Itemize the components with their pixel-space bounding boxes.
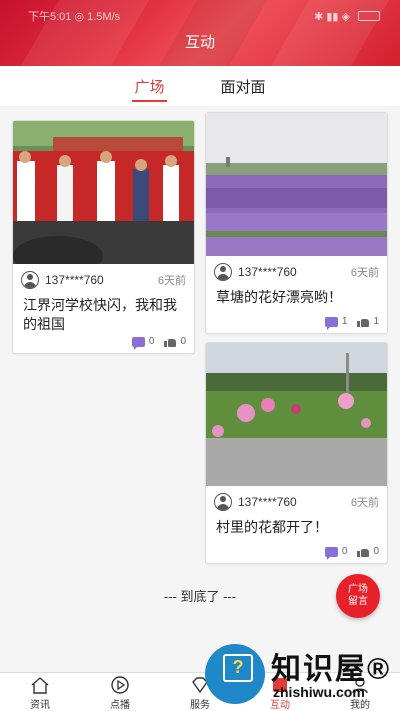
comment-icon xyxy=(324,546,338,560)
play-icon xyxy=(111,676,129,694)
comment-icon xyxy=(324,316,338,330)
home-icon xyxy=(31,677,49,694)
comment-icon xyxy=(131,336,145,350)
watermark-logo-icon xyxy=(205,644,265,704)
status-icons: ✱ ▮▮ ◈ xyxy=(314,10,350,23)
watermark-en: zhishiwu.com xyxy=(273,684,365,700)
post-meta: 137****760 6天前 xyxy=(206,486,387,512)
like-count-value: 0 xyxy=(373,546,379,557)
post-image-cosmos-flowers xyxy=(206,343,387,486)
tab-face-to-face[interactable]: 面对面 xyxy=(221,66,266,106)
like-count-value: 0 xyxy=(180,336,186,347)
nav-label: 点播 xyxy=(110,700,130,711)
avatar-icon xyxy=(214,493,232,511)
post-image-lavender-field xyxy=(206,113,387,256)
comment-count-value: 1 xyxy=(341,316,348,327)
comment-count-value: 0 xyxy=(341,546,348,557)
feed: 137****760 6天前 江界河学校快闪，我和我的祖国 0 0 137***… xyxy=(0,106,400,672)
avatar-icon xyxy=(214,263,232,281)
nav-label: 资讯 xyxy=(30,700,50,711)
like-count[interactable]: 0 xyxy=(164,336,186,347)
page-title: 互动 xyxy=(184,34,215,51)
tab-plaza[interactable]: 广场 xyxy=(132,66,167,106)
post-stats: 0 0 xyxy=(324,546,379,560)
screen: 下午5:01 ◎ 1.5M/s ✱ ▮▮ ◈ 互动 广场 面对面 137****… xyxy=(0,0,400,711)
like-count-value: 1 xyxy=(373,316,379,327)
watermark-cn: 知识屋® xyxy=(271,653,392,686)
post-user: 137****760 xyxy=(238,265,297,279)
thumbs-up-icon xyxy=(164,336,177,347)
thumbs-up-icon xyxy=(357,546,370,557)
tab-bar: 广场 面对面 xyxy=(0,66,400,106)
battery-icon xyxy=(358,11,380,21)
post-time: 6天前 xyxy=(350,497,379,509)
comment-count-value: 0 xyxy=(148,336,155,347)
post-time: 6天前 xyxy=(350,267,379,279)
header-bar: 下午5:01 ◎ 1.5M/s ✱ ▮▮ ◈ 互动 xyxy=(0,0,400,66)
plaza-message-button[interactable]: 广场 留言 xyxy=(336,574,380,618)
post-card[interactable]: 137****760 6天前 江界河学校快闪，我和我的祖国 0 0 xyxy=(12,120,195,354)
avatar-icon xyxy=(21,271,39,289)
like-count[interactable]: 0 xyxy=(357,546,379,557)
post-text: 江界河学校快闪，我和我的祖国 xyxy=(23,297,177,332)
post-card[interactable]: 137****760 6天前 村里的花都开了！ 0 0 xyxy=(205,342,388,564)
post-meta: 137****760 6天前 xyxy=(13,264,194,290)
comment-count[interactable]: 1 xyxy=(324,316,348,330)
post-stats: 1 1 xyxy=(324,316,379,330)
post-user: 137****760 xyxy=(238,495,297,509)
post-image-flag-chorus xyxy=(13,121,194,264)
status-bar: 下午5:01 ◎ 1.5M/s ✱ ▮▮ ◈ xyxy=(28,8,380,24)
thumbs-up-icon xyxy=(357,316,370,327)
post-user: 137****760 xyxy=(45,273,104,287)
post-card[interactable]: 137****760 6天前 草塘的花好漂亮哟！ 1 1 xyxy=(205,112,388,334)
nav-news[interactable]: 资讯 xyxy=(0,673,80,711)
like-count[interactable]: 1 xyxy=(357,316,379,327)
post-text: 村里的花都开了！ xyxy=(216,519,328,535)
fab-line2: 留言 xyxy=(348,596,368,607)
post-meta: 137****760 6天前 xyxy=(206,256,387,282)
post-stats: 0 0 xyxy=(131,336,186,350)
watermark: 知识屋® zhishiwu.com xyxy=(205,640,400,711)
fab-line1: 广场 xyxy=(348,584,368,595)
comment-count[interactable]: 0 xyxy=(324,546,348,560)
status-right: ✱ ▮▮ ◈ xyxy=(314,8,380,24)
post-text: 草塘的花好漂亮哟！ xyxy=(216,289,342,305)
post-time: 6天前 xyxy=(157,275,186,287)
comment-count[interactable]: 0 xyxy=(131,336,155,350)
status-left: 下午5:01 ◎ 1.5M/s xyxy=(28,11,121,23)
nav-vod[interactable]: 点播 xyxy=(80,673,160,711)
